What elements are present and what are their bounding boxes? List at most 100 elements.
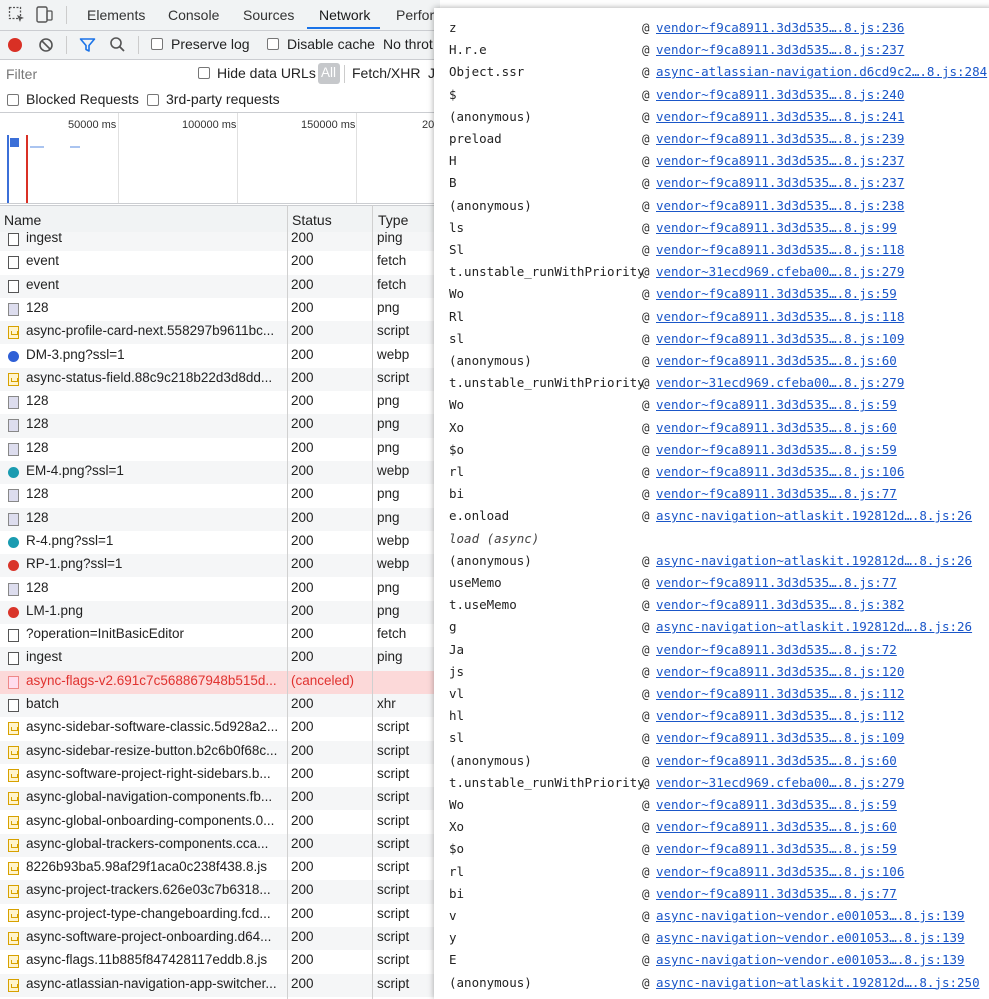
stack-source-link[interactable]: vendor~f9ca8911.3d3d535….8.js:237 (656, 42, 904, 57)
stack-source-link[interactable]: vendor~f9ca8911.3d3d535….8.js:118 (656, 309, 904, 324)
stack-source-link[interactable]: vendor~f9ca8911.3d3d535….8.js:238 (656, 198, 904, 213)
request-row[interactable]: async-software-project-onboarding.d64...… (0, 927, 440, 951)
stack-source-link[interactable]: vendor~f9ca8911.3d3d535….8.js:236 (656, 20, 904, 35)
request-row[interactable]: async-project-trackers.626e03c7b6318... 2… (0, 880, 440, 904)
stack-source-link[interactable]: vendor~f9ca8911.3d3d535….8.js:99 (656, 220, 897, 235)
request-row[interactable]: async-global-onboarding-components.0... 2… (0, 811, 440, 834)
request-row[interactable]: async-status-field.88c9c218b22d3d8dd... 2… (0, 367, 440, 392)
stack-source-link[interactable]: vendor~f9ca8911.3d3d535….8.js:106 (656, 864, 904, 879)
column-header-status[interactable]: Status (292, 212, 332, 228)
disable-cache-checkbox[interactable] (267, 38, 279, 50)
request-row[interactable]: DM-3.png?ssl=1 200 webp (0, 345, 440, 368)
request-row[interactable]: 128 200 png (0, 298, 440, 321)
stack-source-link[interactable]: async-atlassian-navigation.d6cd9c2….8.js… (656, 64, 987, 79)
stack-source-link[interactable]: vendor~f9ca8911.3d3d535….8.js:77 (656, 575, 897, 590)
device-toolbar-icon[interactable] (34, 5, 54, 25)
request-row[interactable]: async-sidebar-resize-button.b2c6b0f68c..… (0, 740, 440, 764)
hide-data-urls-checkbox[interactable] (198, 67, 210, 79)
stack-source-link[interactable]: async-navigation~vendor.e001053….8.js:13… (656, 952, 965, 967)
third-party-checkbox[interactable] (147, 94, 159, 106)
stack-source-link[interactable]: vendor~f9ca8911.3d3d535….8.js:237 (656, 153, 904, 168)
request-row[interactable]: async-profile-card-next.558297b9611bc...… (0, 321, 440, 345)
request-row[interactable]: 128 200 png (0, 578, 440, 601)
request-row[interactable]: async-global-navigation-components.fb...… (0, 787, 440, 811)
stack-source-link[interactable]: vendor~31ecd969.cfeba00….8.js:279 (656, 264, 904, 279)
stack-source-link[interactable]: vendor~f9ca8911.3d3d535….8.js:112 (656, 686, 904, 701)
request-row[interactable]: event 200 fetch (0, 274, 440, 298)
network-overview-timeline[interactable]: 50000 ms 100000 ms 150000 ms 20 (0, 113, 440, 204)
clear-icon[interactable] (38, 37, 54, 53)
stack-source-link[interactable]: vendor~f9ca8911.3d3d535….8.js:59 (656, 286, 897, 301)
stack-source-link[interactable]: vendor~f9ca8911.3d3d535….8.js:72 (656, 642, 897, 657)
stack-source-link[interactable]: vendor~f9ca8911.3d3d535….8.js:60 (656, 420, 897, 435)
stack-source-link[interactable]: async-navigation~atlaskit.192812d….8.js:… (656, 553, 972, 568)
inspect-element-icon[interactable] (8, 6, 26, 24)
stack-source-link[interactable]: vendor~f9ca8911.3d3d535….8.js:109 (656, 730, 904, 745)
request-row[interactable]: async-atlassian-navigation-app-switcher.… (0, 973, 440, 997)
stack-source-link[interactable]: vendor~f9ca8911.3d3d535….8.js:60 (656, 753, 897, 768)
request-row[interactable]: 128 200 png (0, 438, 440, 461)
stack-source-link[interactable]: vendor~f9ca8911.3d3d535….8.js:382 (656, 597, 904, 612)
tab-performance[interactable]: Perfor (396, 7, 434, 23)
filter-input-box[interactable] (4, 63, 186, 86)
request-row[interactable]: R-4.png?ssl=1 200 webp (0, 531, 440, 554)
stack-source-link[interactable]: vendor~f9ca8911.3d3d535….8.js:106 (656, 464, 904, 479)
stack-source-link[interactable]: async-navigation~atlaskit.192812d….8.js:… (656, 619, 972, 634)
column-header-name[interactable]: Name (4, 212, 41, 228)
request-row[interactable]: 128 200 png (0, 507, 440, 531)
request-row[interactable]: ?operation=InitBasicEditor 200 fetch (0, 624, 440, 647)
filter-all-button[interactable]: All (321, 65, 336, 80)
stack-source-link[interactable]: vendor~f9ca8911.3d3d535….8.js:239 (656, 131, 904, 146)
stack-source-link[interactable]: vendor~f9ca8911.3d3d535….8.js:77 (656, 886, 897, 901)
request-row[interactable]: async-sidebar-software-classic.5d928a2..… (0, 717, 440, 740)
stack-source-link[interactable]: async-navigation~vendor.e001053….8.js:13… (656, 930, 965, 945)
request-row[interactable]: async-software-project-right-sidebars.b.… (0, 764, 440, 787)
stack-source-link[interactable]: async-navigation~vendor.e001053….8.js:13… (656, 908, 965, 923)
stack-source-link[interactable]: vendor~f9ca8911.3d3d535….8.js:118 (656, 242, 904, 257)
search-icon[interactable] (109, 36, 126, 53)
column-header-type[interactable]: Type (378, 212, 408, 228)
request-row[interactable]: event 200 fetch (0, 251, 440, 274)
tab-console[interactable]: Console (168, 7, 219, 23)
request-row[interactable]: 128 200 png (0, 484, 440, 507)
stack-source-link[interactable]: async-navigation~atlaskit.192812d….8.js:… (656, 508, 972, 523)
tab-elements[interactable]: Elements (87, 7, 145, 23)
request-row[interactable]: async-global-trackers-components.cca... 2… (0, 833, 440, 858)
stack-source-link[interactable]: vendor~31ecd969.cfeba00….8.js:279 (656, 375, 904, 390)
request-row[interactable]: 128 200 png (0, 391, 440, 414)
request-row[interactable]: LM-1.png 200 png (0, 600, 440, 625)
request-row[interactable]: ingest 200 ping (0, 232, 440, 252)
stack-source-link[interactable]: vendor~f9ca8911.3d3d535….8.js:109 (656, 331, 904, 346)
request-row[interactable]: 8226b93ba5.98af29f1aca0c238f438.8.js 200 s… (0, 857, 440, 880)
stack-source-link[interactable]: vendor~f9ca8911.3d3d535….8.js:240 (656, 87, 904, 102)
stack-source-link[interactable]: vendor~f9ca8911.3d3d535….8.js:77 (656, 486, 897, 501)
request-row[interactable]: async-flags-v2.691c7c568867948b515d... (c… (0, 670, 440, 694)
request-row[interactable]: batch 200 xhr (0, 694, 440, 718)
stack-source-link[interactable]: vendor~f9ca8911.3d3d535….8.js:59 (656, 442, 897, 457)
stack-source-link[interactable]: vendor~f9ca8911.3d3d535….8.js:60 (656, 353, 897, 368)
stack-source-link[interactable]: vendor~f9ca8911.3d3d535….8.js:237 (656, 175, 904, 190)
request-row[interactable]: ingest 200 ping (0, 647, 440, 671)
preserve-log-checkbox[interactable] (151, 38, 163, 50)
request-row[interactable]: RP-1.png?ssl=1 200 webp (0, 554, 440, 578)
request-row[interactable]: async-project-type-changeboarding.fcd...… (0, 904, 440, 927)
column-divider[interactable] (287, 205, 288, 999)
request-row[interactable]: 128 200 png (0, 414, 440, 438)
record-icon[interactable] (8, 38, 22, 52)
tab-network[interactable]: Network (319, 7, 370, 23)
request-row[interactable]: async-flags.11b885f847428117eddb.8.js 200… (0, 950, 440, 973)
stack-source-link[interactable]: vendor~31ecd969.cfeba00….8.js:279 (656, 775, 904, 790)
throttling-select[interactable]: No throt (383, 36, 433, 52)
filter-fetch-xhr-button[interactable]: Fetch/XHR (352, 65, 420, 81)
stack-source-link[interactable]: vendor~f9ca8911.3d3d535….8.js:120 (656, 664, 904, 679)
blocked-requests-checkbox[interactable] (7, 94, 19, 106)
stack-source-link[interactable]: vendor~f9ca8911.3d3d535….8.js:112 (656, 708, 904, 723)
stack-source-link[interactable]: vendor~f9ca8911.3d3d535….8.js:59 (656, 397, 897, 412)
stack-source-link[interactable]: vendor~f9ca8911.3d3d535….8.js:60 (656, 819, 897, 834)
column-divider[interactable] (372, 205, 373, 999)
tab-sources[interactable]: Sources (243, 7, 294, 23)
stack-source-link[interactable]: async-navigation~atlaskit.192812d….8.js:… (656, 975, 980, 990)
stack-source-link[interactable]: vendor~f9ca8911.3d3d535….8.js:59 (656, 841, 897, 856)
filter-icon[interactable] (79, 37, 96, 53)
stack-source-link[interactable]: vendor~f9ca8911.3d3d535….8.js:59 (656, 797, 897, 812)
